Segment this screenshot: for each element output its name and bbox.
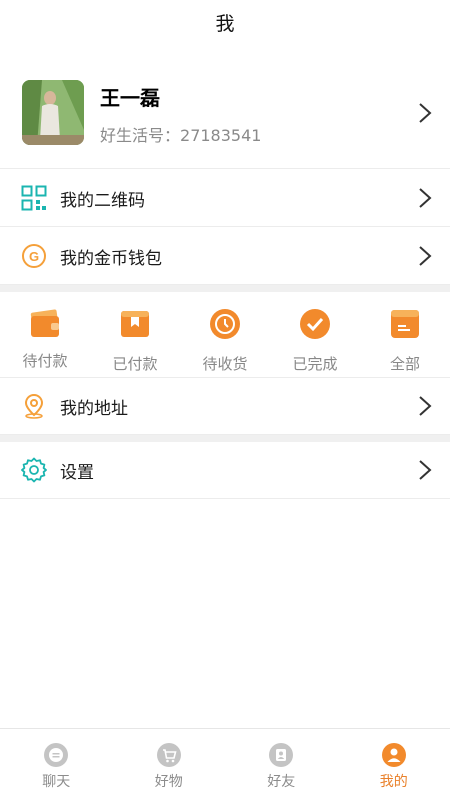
gear-icon (21, 457, 47, 483)
check-icon (298, 307, 332, 341)
order-completed[interactable]: 已完成 (270, 292, 360, 377)
section-divider (0, 285, 450, 292)
menu-item-settings[interactable]: 设置 (0, 442, 450, 499)
location-pin-icon (21, 393, 47, 419)
user-icon (381, 743, 406, 767)
tab-chat[interactable]: 聊天 (0, 729, 113, 800)
order-label: 待收货 (202, 355, 248, 373)
tab-label: 我的 (379, 774, 408, 790)
order-label: 全部 (389, 355, 420, 373)
profile-id-label: 好生活号： (100, 126, 181, 145)
bottom-tab-bar: 聊天 好物 好友 我的 (0, 728, 450, 800)
tab-friends[interactable]: 好友 (225, 729, 338, 800)
order-shortcuts: 待付款 已付款 待收货 已完成 全部 (0, 292, 450, 378)
card-icon (118, 307, 152, 341)
tab-goods[interactable]: 好物 (113, 729, 226, 800)
cart-icon (156, 743, 181, 767)
order-all[interactable]: 全部 (360, 292, 450, 377)
profile-id-value: 27183541 (180, 126, 262, 145)
coin-icon: G (21, 243, 47, 269)
menu-label-wallet: 我的金币钱包 (60, 248, 162, 269)
chevron-right-icon (419, 246, 432, 266)
wallet-icon (28, 307, 62, 341)
order-pending-payment[interactable]: 待付款 (0, 292, 90, 377)
chat-icon (44, 743, 69, 767)
order-label: 待付款 (22, 352, 68, 370)
chevron-right-icon (419, 188, 432, 208)
tab-mine[interactable]: 我的 (338, 729, 450, 800)
tab-label: 聊天 (42, 774, 71, 790)
order-paid[interactable]: 已付款 (90, 292, 180, 377)
qrcode-icon (21, 185, 47, 211)
svg-text:G: G (29, 249, 39, 264)
order-awaiting-delivery[interactable]: 待收货 (180, 292, 270, 377)
order-label: 已完成 (292, 355, 338, 373)
order-label: 已付款 (112, 355, 158, 373)
profile-id: 好生活号：27183541 (100, 122, 261, 146)
chevron-right-icon (419, 396, 432, 416)
menu-item-qrcode[interactable]: 我的二维码 (0, 170, 450, 227)
menu-item-wallet[interactable]: G 我的金币钱包 (0, 228, 450, 285)
chevron-right-icon (419, 103, 432, 123)
box-icon (388, 307, 422, 341)
section-divider (0, 435, 450, 442)
tab-label: 好友 (267, 774, 296, 790)
contact-icon (269, 743, 294, 767)
menu-label-address: 我的地址 (60, 398, 128, 419)
page-title: 我 (215, 12, 235, 35)
menu-label-settings: 设置 (60, 462, 94, 483)
avatar-photo (22, 80, 84, 145)
profile-name: 王一磊 (100, 86, 160, 110)
page-header: 我 (0, 0, 450, 44)
clock-icon (208, 307, 242, 341)
tab-label: 好物 (154, 774, 183, 790)
menu-item-address[interactable]: 我的地址 (0, 378, 450, 435)
profile-card[interactable]: 王一磊 好生活号：27183541 (0, 64, 450, 169)
avatar[interactable] (22, 80, 84, 145)
menu-label-qrcode: 我的二维码 (60, 190, 145, 211)
chevron-right-icon (419, 460, 432, 480)
app-root: 我 王一磊 好生活号：27183541 我的二维码 G 我的金币钱包 待付款 已… (0, 0, 450, 800)
